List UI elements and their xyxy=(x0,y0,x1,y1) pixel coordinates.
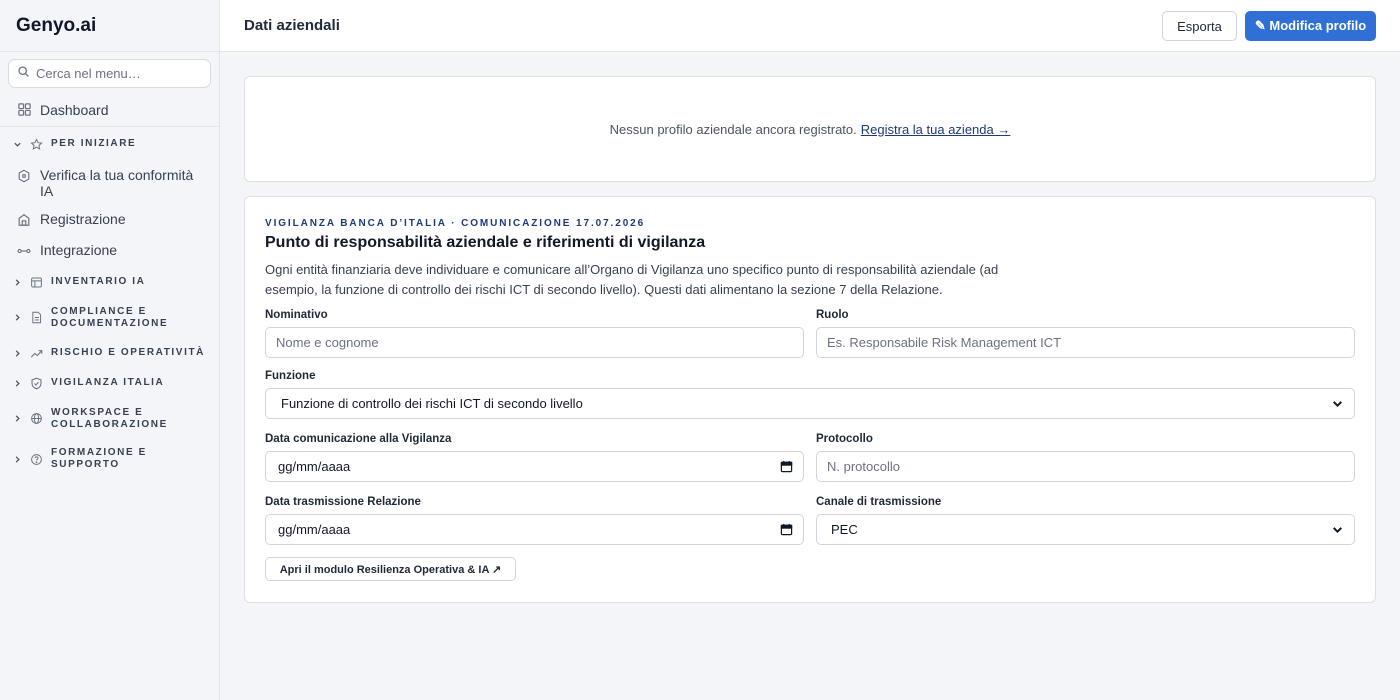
section-label: PER INIZIARE xyxy=(51,138,137,149)
ruolo-label: Ruolo xyxy=(816,309,849,321)
globe-icon xyxy=(29,412,43,426)
export-button[interactable]: Esporta xyxy=(1162,11,1237,41)
vigilanza-form-card: VIGILANZA BANCA D’ITALIA · COMUNICAZIONE… xyxy=(244,196,1376,603)
section-compliance[interactable]: COMPLIANCE E DOCUMENTAZIONE xyxy=(0,297,219,338)
page-title: Dati aziendali xyxy=(244,17,340,34)
protocollo-placeholder: N. protocollo xyxy=(827,459,900,474)
shield-check-icon xyxy=(29,376,43,390)
canale-select[interactable]: PEC xyxy=(816,514,1355,545)
section-rischio[interactable]: RISCHIO E OPERATIVITÀ xyxy=(0,338,219,368)
section-label: WORKSPACE E COLLABORAZIONE xyxy=(51,406,168,430)
form-overline: VIGILANZA BANCA D’ITALIA · COMUNICAZIONE… xyxy=(265,218,646,229)
section-formazione[interactable]: FORMAZIONE E SUPPORTO xyxy=(0,439,219,479)
open-module-button[interactable]: Apri il modulo Resilienza Operativa & IA… xyxy=(265,557,516,581)
menu-search[interactable] xyxy=(8,59,211,88)
edit-profile-button[interactable]: ✎ Modifica profilo xyxy=(1245,11,1376,41)
section-label: COMPLIANCE E DOCUMENTAZIONE xyxy=(51,305,169,329)
document-icon xyxy=(29,311,43,325)
chevron-right-icon xyxy=(12,348,22,358)
top-header: Dati aziendali Esporta ✎ Modifica profil… xyxy=(220,0,1400,52)
section-label: RISCHIO E OPERATIVITÀ xyxy=(51,347,205,358)
chevron-right-icon xyxy=(12,414,22,424)
section-label: VIGILANZA ITALIA xyxy=(51,377,165,388)
section-label: INVENTARIO IA xyxy=(51,276,146,287)
calendar-icon[interactable] xyxy=(780,460,793,473)
nominativo-placeholder: Nome e cognome xyxy=(276,335,379,350)
section-label: FORMAZIONE E SUPPORTO xyxy=(51,447,147,470)
data-trasmissione-input[interactable]: gg/mm/aaaa xyxy=(265,514,804,545)
protocollo-input[interactable]: N. protocollo xyxy=(816,451,1355,482)
nominativo-label: Nominativo xyxy=(265,309,328,321)
sidebar: Genyo.ai Dashboard PER INIZIARE Verifica… xyxy=(0,0,220,700)
help-icon xyxy=(29,452,43,466)
data-comunicazione-label: Data comunicazione alla Vigilanza xyxy=(265,433,452,445)
sidebar-item-label: Integrazione xyxy=(40,242,118,258)
section-workspace[interactable]: WORKSPACE E COLLABORAZIONE xyxy=(0,398,219,439)
sidebar-item-label: Verifica la tua conformità IA xyxy=(40,167,194,199)
nominativo-input[interactable]: Nome e cognome xyxy=(265,327,804,358)
section-inventario-ia[interactable]: INVENTARIO IA xyxy=(0,267,219,297)
sidebar-item-label: Registrazione xyxy=(40,211,126,227)
star-icon xyxy=(29,137,43,151)
funzione-label: Funzione xyxy=(265,370,316,382)
ruolo-input[interactable]: Es. Responsabile Risk Management ICT xyxy=(816,327,1355,358)
ruolo-placeholder: Es. Responsabile Risk Management ICT xyxy=(827,335,1062,350)
canale-label: Canale di trasmissione xyxy=(816,496,942,508)
funzione-select[interactable]: Funzione di controllo dei rischi ICT di … xyxy=(265,388,1355,419)
chevron-right-icon xyxy=(12,313,22,323)
form-description: Ogni entità finanziaria deve individuare… xyxy=(265,262,999,297)
section-per-iniziare[interactable]: PER INIZIARE xyxy=(0,127,219,161)
chevron-down-icon xyxy=(1331,523,1344,536)
protocollo-label: Protocollo xyxy=(816,433,873,445)
shield-hex-icon xyxy=(16,168,32,184)
register-company-link[interactable]: Registra la tua azienda → xyxy=(861,122,1011,137)
chevron-right-icon xyxy=(12,277,22,287)
sidebar-item-registrazione[interactable]: Registrazione xyxy=(0,205,219,236)
building-icon xyxy=(16,212,32,228)
section-vigilanza[interactable]: VIGILANZA ITALIA xyxy=(0,368,219,398)
empty-profile-card: Nessun profilo aziendale ancora registra… xyxy=(244,76,1376,182)
calendar-icon[interactable] xyxy=(780,523,793,536)
grid-icon xyxy=(16,102,32,118)
chevron-right-icon xyxy=(12,378,22,388)
trend-icon xyxy=(29,346,43,360)
canale-value: PEC xyxy=(831,522,858,537)
funzione-value: Funzione di controllo dei rischi ICT di … xyxy=(281,396,583,411)
chevron-right-icon xyxy=(12,454,22,464)
data-trasmissione-label: Data trasmissione Relazione xyxy=(265,496,421,508)
menu-search-input[interactable] xyxy=(36,66,196,81)
chevron-down-icon xyxy=(12,139,22,149)
sidebar-item-label: Dashboard xyxy=(40,101,109,118)
sidebar-item-dashboard[interactable]: Dashboard xyxy=(0,93,219,127)
link-icon xyxy=(16,243,32,259)
chevron-down-icon xyxy=(1331,397,1344,410)
table-icon xyxy=(29,275,43,289)
search-icon xyxy=(17,65,30,83)
brand-logo[interactable]: Genyo.ai xyxy=(0,0,219,52)
data-comunicazione-input[interactable]: gg/mm/aaaa xyxy=(265,451,804,482)
form-title: Punto di responsabilità aziendale e rife… xyxy=(265,234,706,251)
data-trasmissione-value: gg/mm/aaaa xyxy=(278,522,351,537)
empty-state-text: Nessun profilo aziendale ancora registra… xyxy=(609,121,857,137)
sidebar-item-verifica[interactable]: Verifica la tua conformità IA xyxy=(0,161,219,205)
data-comunicazione-value: gg/mm/aaaa xyxy=(278,459,351,474)
sidebar-item-integrazione[interactable]: Integrazione xyxy=(0,236,219,267)
